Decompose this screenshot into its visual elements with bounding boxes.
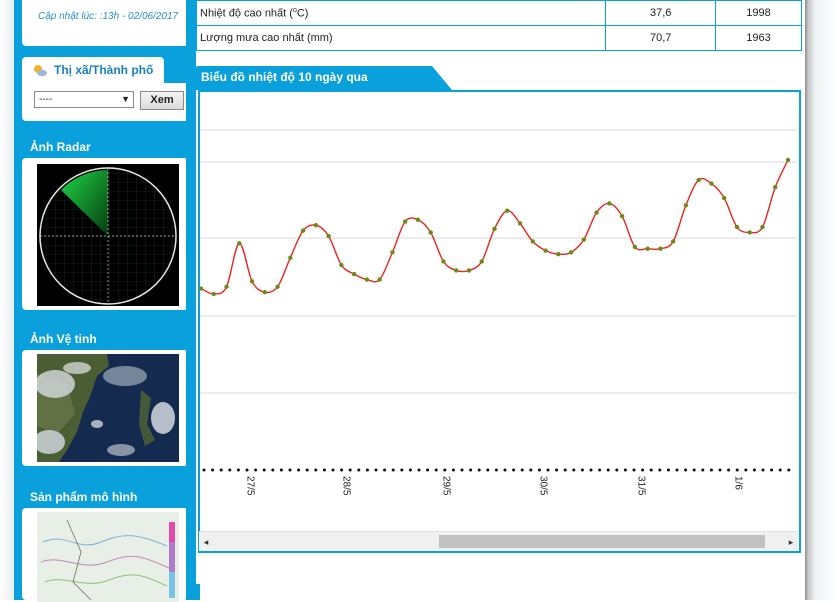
scroll-left-icon[interactable]: ◂ [199,532,213,552]
update-time-text: Cập nhật lúc: :13h - 02/06/2017 [38,11,179,22]
satellite-image[interactable] [37,354,179,462]
update-info-box: Cập nhật lúc: :13h - 02/06/2017 [22,0,192,46]
record-label: Lượng mưa cao nhất (mm) [195,25,607,51]
table-row: Lượng mưa cao nhất (mm) 70,7 1963 [195,25,802,51]
weather-icon [34,65,47,77]
frame-right-edge [805,0,837,600]
records-table: Nhiệt độ cao nhất (oC) 37,6 1998 Lượng m… [195,0,802,51]
chart-scrollbar[interactable]: ◂ ▸ [199,531,798,551]
city-select-value: ---- [39,94,53,105]
record-value: 70,7 [605,25,717,51]
record-value: 37,6 [605,0,717,26]
chart-tab-title: Biểu đồ nhiệt độ 10 ngày qua [201,70,368,84]
record-year: 1998 [715,0,802,26]
chevron-down-icon: ▼ [121,94,130,104]
model-title: Sản phẩm mô hình [22,486,170,508]
city-panel-body: ---- ▼ Xem [22,83,190,121]
radar-image[interactable] [37,164,179,306]
sidebar-right-border [186,0,196,600]
city-panel-title: Thị xã/Thành phố [22,57,164,83]
radar-panel [22,158,188,310]
frame-left-edge [0,0,14,600]
model-panel [22,508,188,602]
city-select[interactable]: ---- ▼ [34,91,134,108]
record-label: Nhiệt độ cao nhất (oC) [195,0,607,26]
city-panel: Thị xã/Thành phố ---- ▼ Xem [22,57,190,121]
view-button[interactable]: Xem [140,91,184,110]
scroll-thumb[interactable] [439,535,765,548]
city-title-label: Thị xã/Thành phố [54,63,154,77]
scroll-right-icon[interactable]: ▸ [784,532,798,552]
table-row: Nhiệt độ cao nhất (oC) 37,6 1998 [195,0,802,26]
chart-container [198,90,801,553]
record-year: 1963 [715,25,802,51]
satellite-title: Ảnh Vệ tinh [22,328,162,350]
bottom-tab-edge [196,584,200,600]
radar-title: Ảnh Radar [22,136,162,158]
satellite-panel [22,350,188,466]
model-image[interactable] [37,512,179,602]
